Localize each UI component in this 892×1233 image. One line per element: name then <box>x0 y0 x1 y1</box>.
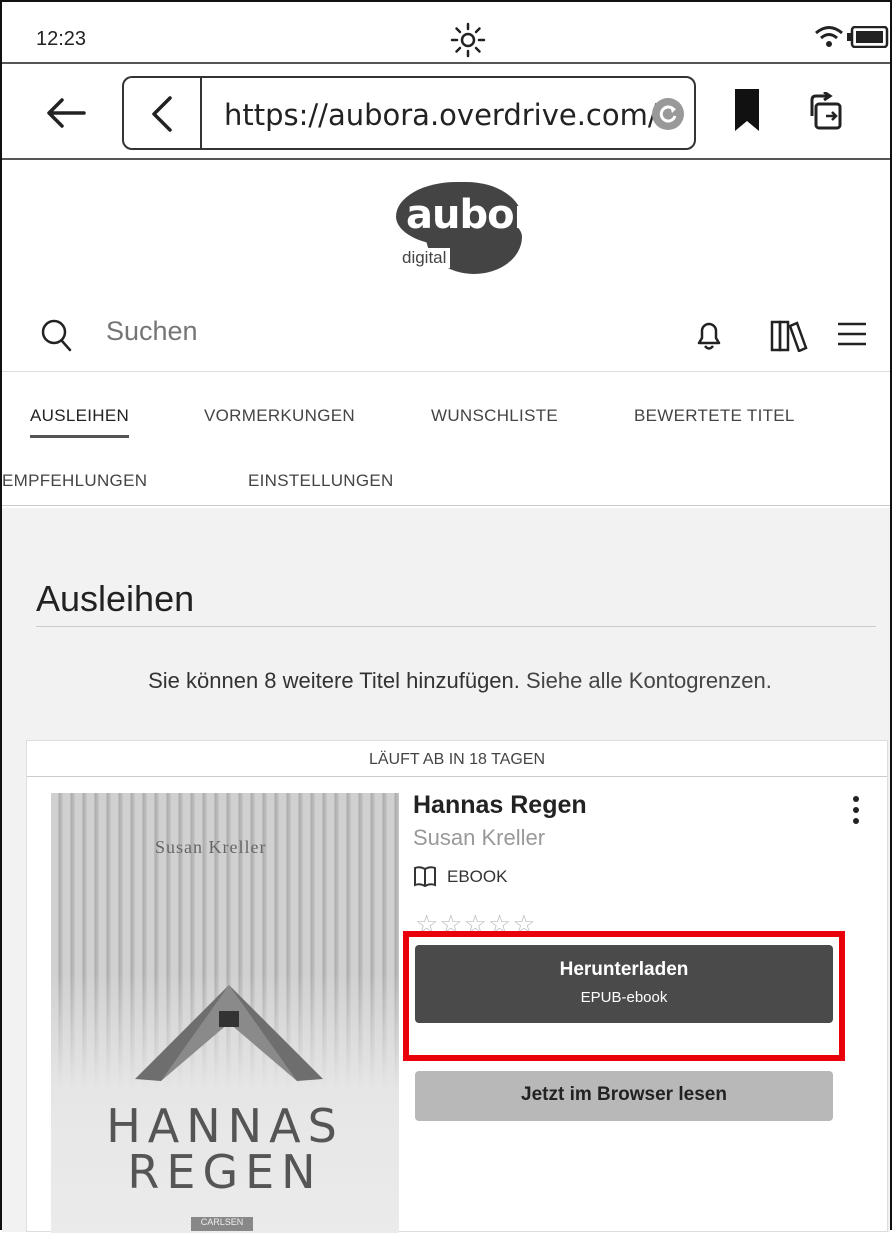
loans-content: Ausleihen Sie können 8 weitere Titel hin… <box>2 508 890 1233</box>
url-text[interactable]: https://aubora.overdrive.com/ <box>224 98 664 132</box>
format-label: EBOOK <box>447 867 508 886</box>
cover-title-line2: REGEN <box>127 1145 323 1199</box>
wifi-icon <box>815 26 843 47</box>
tab-vormerkungen[interactable]: VORMERKUNGEN <box>204 406 355 426</box>
search-row <box>2 302 890 372</box>
tab-ausleihen[interactable]: AUSLEIHEN <box>30 406 130 438</box>
highlight-box <box>403 931 845 1061</box>
tab-empfehlungen[interactable]: EMPFEHLUNGEN <box>2 471 147 491</box>
address-bar[interactable]: https://aubora.overdrive.com/ <box>122 76 696 150</box>
book-title[interactable]: Hannas Regen <box>413 791 587 820</box>
status-bar: 12:23 <box>2 2 890 64</box>
rotate-icon[interactable] <box>808 92 848 132</box>
account-tabs: AUSLEIHEN VORMERKUNGEN WUNSCHLISTE BEWER… <box>2 386 890 506</box>
logo-word: aubora <box>406 192 559 238</box>
reload-icon <box>659 105 677 123</box>
more-vertical-icon[interactable] <box>851 795 861 825</box>
publisher-logo: CARLSEN <box>191 1217 253 1231</box>
search-icon[interactable] <box>40 318 72 352</box>
cover-author: Susan Kreller <box>155 837 267 857</box>
read-in-browser-button[interactable]: Jetzt im Browser lesen <box>415 1071 833 1121</box>
book-tent-image <box>135 985 323 1081</box>
loan-card: LÄUFT AB IN 18 TAGEN Susan Kreller HANNA… <box>26 740 888 1233</box>
book-author[interactable]: Susan Kreller <box>413 825 545 851</box>
menu-icon[interactable] <box>838 320 866 348</box>
reload-button[interactable] <box>652 98 684 130</box>
search-input[interactable] <box>106 316 506 347</box>
logo-sub: digital <box>398 248 451 268</box>
tab-wunschliste[interactable]: WUNSCHLISTE <box>431 406 558 426</box>
bookmark-icon[interactable] <box>734 88 760 132</box>
battery-icon <box>847 26 889 48</box>
limits-link[interactable]: Siehe alle Kontogrenzen. <box>526 668 772 693</box>
clock: 12:23 <box>36 28 87 50</box>
limits-text: Sie können 8 weitere Titel hinzufügen. <box>148 668 520 693</box>
device-screen: 12:23 https://aubora.overdrive.com/ aubo… <box>0 0 892 1233</box>
expiry-label: LÄUFT AB IN 18 TAGEN <box>27 741 887 777</box>
chevron-left-icon <box>152 96 172 132</box>
browser-toolbar: https://aubora.overdrive.com/ <box>2 64 890 160</box>
url-back-button[interactable] <box>124 78 202 148</box>
tab-einstellungen[interactable]: EINSTELLUNGEN <box>248 471 394 491</box>
books-icon[interactable] <box>770 318 808 352</box>
back-arrow-icon[interactable] <box>46 98 86 128</box>
library-logo[interactable]: aubora digital <box>382 182 559 284</box>
title-divider <box>36 626 876 627</box>
page-title: Ausleihen <box>36 578 195 619</box>
bell-icon[interactable] <box>694 318 724 352</box>
book-cover[interactable]: Susan Kreller HANNAS REGEN CARLSEN <box>51 793 399 1233</box>
tab-bewertete-titel[interactable]: BEWERTETE TITEL <box>634 406 795 426</box>
account-limits: Sie können 8 weitere Titel hinzufügen. S… <box>2 668 890 694</box>
book-open-icon <box>414 866 436 887</box>
sun-icon[interactable] <box>450 22 486 58</box>
